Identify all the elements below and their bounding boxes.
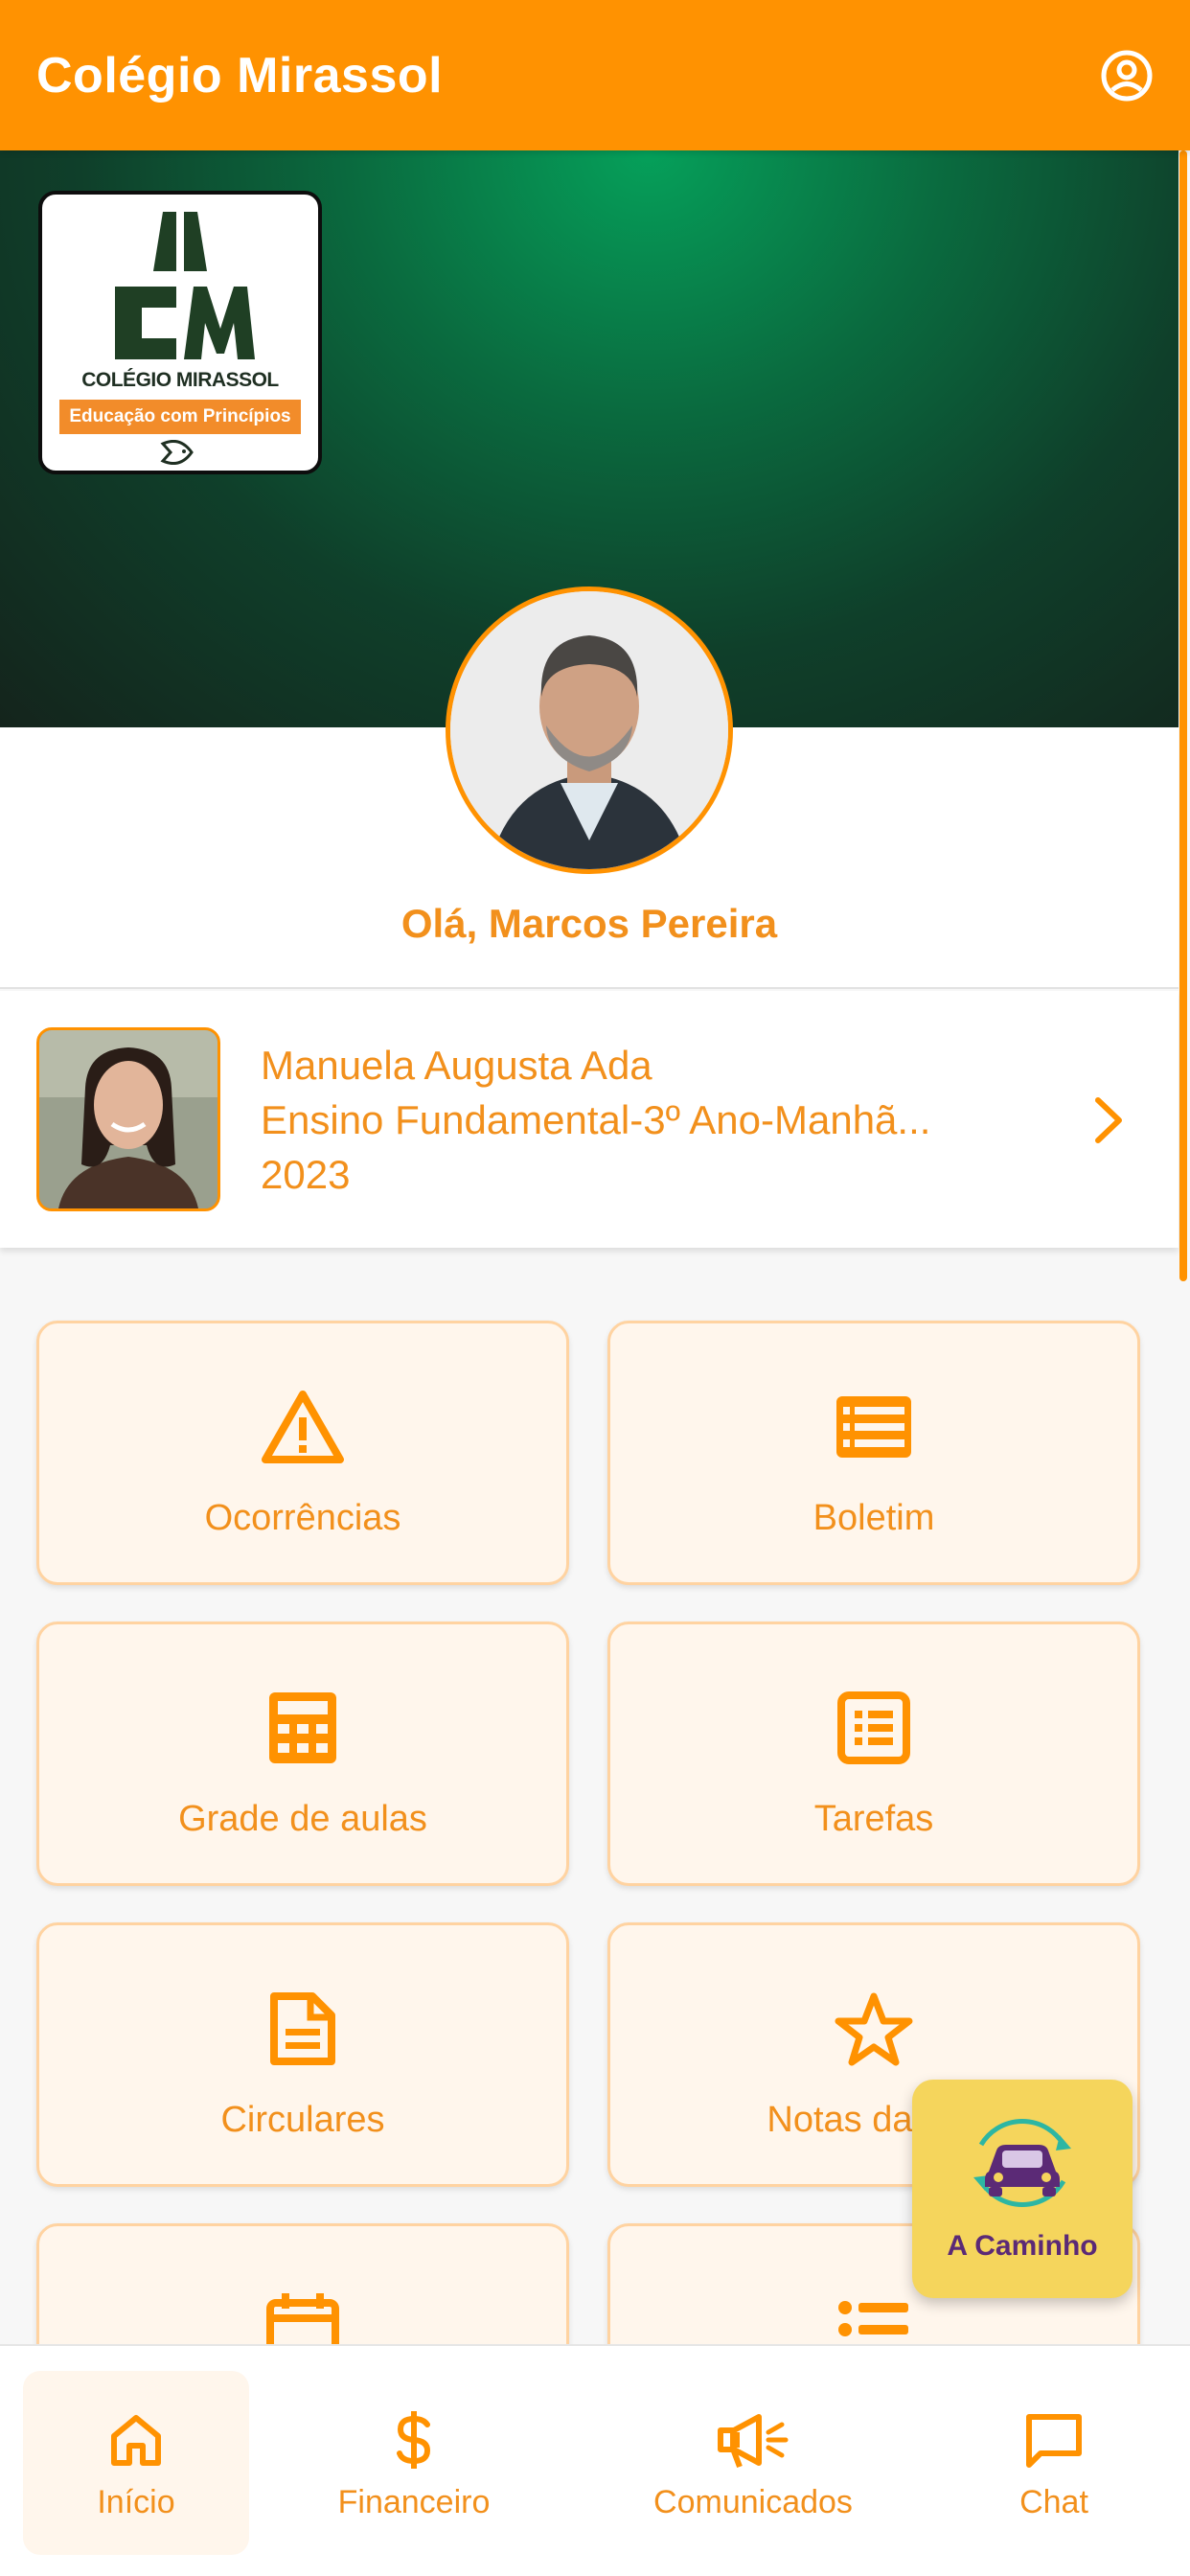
a-caminho-label: A Caminho bbox=[947, 2230, 1098, 2262]
chevron-right-icon[interactable] bbox=[1090, 1096, 1125, 1149]
calendar-grid-icon bbox=[266, 1690, 339, 1766]
school-logo-name: COLÉGIO MIRASSOL bbox=[81, 369, 279, 391]
menu-tile-ocorrencias[interactable]: Ocorrências bbox=[36, 1321, 569, 1585]
parent-avatar[interactable] bbox=[446, 586, 733, 874]
app-title: Colégio Mirassol bbox=[36, 47, 444, 104]
nav-financeiro[interactable]: Financeiro bbox=[307, 2371, 521, 2555]
menu-tile-grade-de-aulas[interactable]: Grade de aulas bbox=[36, 1622, 569, 1886]
school-monogram-icon bbox=[115, 212, 255, 359]
chat-icon bbox=[1023, 2409, 1085, 2471]
nav-label: Início bbox=[97, 2484, 175, 2520]
student-name: Manuela Augusta Ada bbox=[261, 1042, 652, 1088]
menu-tile-boletim[interactable]: Boletim bbox=[607, 1321, 1140, 1585]
nav-label: Financeiro bbox=[337, 2484, 491, 2520]
school-logo: COLÉGIO MIRASSOL Educação com Princípios bbox=[38, 191, 322, 474]
nav-chat[interactable]: Chat bbox=[968, 2371, 1140, 2555]
student-card[interactable]: Manuela Augusta Ada Ensino Fundamental-3… bbox=[0, 991, 1179, 1248]
student-year: 2023 bbox=[261, 1151, 351, 1197]
menu-tile-label: Circulares bbox=[220, 2100, 385, 2140]
menu-tile-label: Grade de aulas bbox=[178, 1799, 427, 1839]
dollar-icon bbox=[395, 2409, 433, 2471]
scrollbar-thumb[interactable] bbox=[1179, 150, 1187, 1281]
student-info: Manuela Augusta Ada Ensino Fundamental-3… bbox=[261, 1038, 1056, 1202]
home-icon bbox=[108, 2409, 164, 2471]
greeting-text: Olá, Marcos Pereira bbox=[400, 901, 778, 946]
account-circle-icon[interactable] bbox=[1100, 49, 1154, 103]
menu-tile-circulares[interactable]: Circulares bbox=[36, 1922, 569, 2187]
megaphone-icon bbox=[717, 2409, 790, 2471]
report-table-icon bbox=[834, 1389, 914, 1465]
task-list-icon bbox=[837, 1690, 910, 1766]
menu-tile-label: Ocorrências bbox=[204, 1498, 401, 1538]
nav-comunicados[interactable]: Comunicados bbox=[640, 2371, 866, 2555]
star-icon bbox=[835, 1990, 913, 2067]
menu-tile-label: Boletim bbox=[812, 1498, 935, 1538]
nav-inicio[interactable]: Início bbox=[23, 2371, 249, 2555]
nav-label: Chat bbox=[1019, 2484, 1088, 2520]
a-caminho-button[interactable]: A Caminho bbox=[912, 2080, 1133, 2298]
bottom-navigation: Início Financeiro Comunicados Chat bbox=[0, 2344, 1190, 2576]
app-bar: Colégio Mirassol bbox=[0, 0, 1190, 150]
student-class: Ensino Fundamental-3º Ano-Manhã... bbox=[261, 1096, 931, 1142]
document-icon bbox=[268, 1990, 337, 2067]
fish-icon bbox=[160, 440, 194, 465]
school-logo-tagline: Educação com Princípios bbox=[59, 400, 301, 434]
nav-label: Comunicados bbox=[653, 2484, 853, 2520]
student-avatar bbox=[36, 1027, 220, 1211]
menu-tile-label: Tarefas bbox=[813, 1799, 934, 1839]
warning-icon bbox=[260, 1389, 346, 1465]
car-icon bbox=[960, 2106, 1085, 2224]
menu-tile-tarefas[interactable]: Tarefas bbox=[607, 1622, 1140, 1886]
app-screen: Colégio Mirassol COLÉGIO MIRASSOL Educaç… bbox=[0, 0, 1190, 2576]
